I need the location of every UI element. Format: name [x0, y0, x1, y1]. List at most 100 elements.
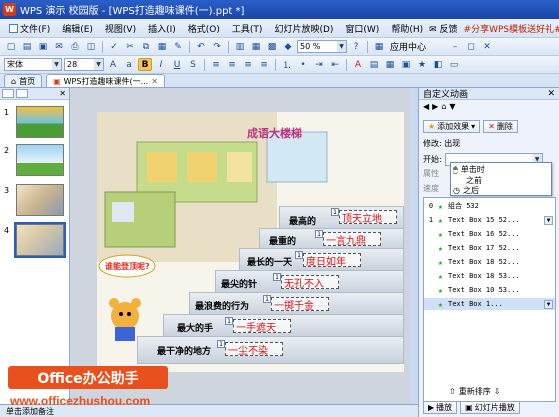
animation-item[interactable]: ★ Text Box 18 52...: [424, 256, 555, 268]
animation-item[interactable]: ★ Text Box 18 53...: [424, 270, 555, 282]
shrink-font-icon[interactable]: a: [122, 58, 136, 71]
font-family-select[interactable]: 宋体 ▼: [4, 58, 62, 71]
add-effect-button[interactable]: ★ 添加效果 ▾: [423, 120, 481, 133]
close-icon[interactable]: ✕: [547, 89, 555, 99]
underline-button[interactable]: U: [170, 58, 184, 71]
up-arrow-icon[interactable]: ⇧: [449, 387, 456, 396]
animation-item[interactable]: ★ Text Box 1... ▼: [424, 298, 555, 310]
email-icon[interactable]: ✉: [52, 40, 66, 53]
step-label: 最浪费的行为: [195, 302, 250, 312]
dropdown-arrow-icon[interactable]: ▼: [449, 102, 455, 111]
spellcheck-icon[interactable]: ✓: [107, 40, 121, 53]
bold-button[interactable]: B: [138, 58, 152, 71]
table-icon[interactable]: ▦: [249, 40, 263, 53]
app-center-label[interactable]: 应用中心: [388, 40, 428, 53]
numbering-icon[interactable]: ⒈: [280, 58, 294, 71]
chart-icon[interactable]: ▥: [233, 40, 247, 53]
open-icon[interactable]: ▤: [20, 40, 34, 53]
align-left-icon[interactable]: ≡: [209, 58, 223, 71]
restore-icon[interactable]: ◻: [464, 40, 478, 53]
forward-icon[interactable]: ▶: [432, 102, 438, 111]
menu-slideshow[interactable]: 幻灯片放映(D): [268, 22, 339, 35]
transition-icon[interactable]: ◧: [431, 58, 445, 71]
menu-view[interactable]: 视图(V): [99, 22, 142, 35]
app-center-icon[interactable]: ▦: [372, 40, 386, 53]
slide-thumbnail-4[interactable]: [14, 222, 66, 258]
menu-window[interactable]: 窗口(W): [339, 22, 385, 35]
slide[interactable]: 成语大楼梯 谁能登顶呢? 最高的 最重的 最长的一天 最尖的针 最浪费的行为 最…: [97, 112, 404, 372]
close-icon[interactable]: ✕: [151, 77, 158, 86]
new-slide-icon[interactable]: ▣: [399, 58, 413, 71]
slide-thumbnail-1[interactable]: [16, 106, 64, 138]
help-icon[interactable]: ?: [349, 40, 363, 53]
home-icon[interactable]: ⌂: [441, 102, 446, 111]
answer-text-box[interactable]: 1 度日如年: [295, 251, 361, 268]
minimize-icon[interactable]: –: [448, 40, 462, 53]
outdent-icon[interactable]: ⇤: [328, 58, 342, 71]
option-after-previous[interactable]: ◷ 之后: [453, 185, 479, 196]
answer-text-box[interactable]: 1 无孔不入: [273, 273, 339, 290]
layout-icon[interactable]: ▦: [383, 58, 397, 71]
design-icon[interactable]: ▤: [367, 58, 381, 71]
play-button[interactable]: ▶ 播放: [423, 401, 458, 414]
italic-button[interactable]: I: [154, 58, 168, 71]
menu-format[interactable]: 格式(O): [182, 22, 226, 35]
remove-effect-button[interactable]: ✕ 删除: [483, 120, 518, 133]
promo-link[interactable]: #分享WPS模板送好礼# 获...: [464, 22, 559, 35]
animation-item[interactable]: ★ Text Box 17 52...: [424, 242, 555, 254]
slide-thumbnail-3[interactable]: [16, 184, 64, 216]
cut-icon[interactable]: ✂: [123, 40, 137, 53]
redo-icon[interactable]: ↷: [210, 40, 224, 53]
align-center-icon[interactable]: ≡: [225, 58, 239, 71]
shadow-button[interactable]: S: [186, 58, 200, 71]
menu-file[interactable]: 文件(F): [3, 22, 56, 35]
tab-slides[interactable]: [2, 89, 14, 98]
animation-item[interactable]: ★ Text Box 10 53...: [424, 284, 555, 296]
menu-tools[interactable]: 工具(T): [226, 22, 269, 35]
answer-text-box[interactable]: 1 一掷千金: [263, 295, 329, 312]
align-right-icon[interactable]: ≡: [241, 58, 255, 71]
back-icon[interactable]: ◀: [423, 102, 429, 111]
answer-text-box[interactable]: 1 一尘不染: [217, 340, 283, 357]
copy-icon[interactable]: ⧉: [139, 40, 153, 53]
answer-text-box[interactable]: 1 顶天立地: [331, 208, 397, 225]
menu-help[interactable]: 帮助(H): [385, 22, 429, 35]
outline-icon[interactable]: ▭: [447, 58, 461, 71]
animation-icon[interactable]: ★: [415, 58, 429, 71]
menu-edit[interactable]: 编辑(E): [56, 22, 99, 35]
font-color-icon[interactable]: A: [351, 58, 365, 71]
close-icon[interactable]: ✕: [480, 40, 494, 53]
print-icon[interactable]: ⎙: [68, 40, 82, 53]
tab-home[interactable]: ⌂ 首页: [4, 74, 43, 87]
justify-icon[interactable]: ≡: [257, 58, 271, 71]
new-icon[interactable]: ▢: [4, 40, 18, 53]
answer-text-box[interactable]: 1 一手遮天: [225, 317, 291, 334]
font-size-select[interactable]: 28 ▼: [64, 58, 104, 71]
indent-icon[interactable]: ⇥: [312, 58, 326, 71]
grid-icon[interactable]: ▩: [265, 40, 279, 53]
zoom-select[interactable]: 50 % ▼: [297, 40, 347, 53]
slide-thumbnail-2[interactable]: [16, 144, 64, 176]
tab-outline[interactable]: [16, 89, 28, 98]
down-arrow-icon[interactable]: ⇩: [494, 387, 501, 396]
animation-item[interactable]: ★ Text Box 16 52...: [424, 228, 555, 240]
slideshow-button[interactable]: ▣ 幻灯片播放: [460, 401, 520, 414]
animation-item[interactable]: 1 ★ Text Box 15 52... ▼: [424, 214, 555, 226]
paste-icon[interactable]: ▦: [155, 40, 169, 53]
feedback-link[interactable]: ✉ 反馈: [429, 22, 463, 35]
save-icon[interactable]: ▣: [36, 40, 50, 53]
grow-font-icon[interactable]: A: [106, 58, 120, 71]
close-icon[interactable]: ✕: [59, 89, 66, 98]
preview-icon[interactable]: ◫: [84, 40, 98, 53]
option-on-click[interactable]: 🖱 单击时: [453, 164, 485, 175]
format-painter-icon[interactable]: ✎: [171, 40, 185, 53]
chevron-down-icon[interactable]: ▼: [544, 299, 553, 309]
bullets-icon[interactable]: •: [296, 58, 310, 71]
tab-document[interactable]: ▣ WPS打造趣味课件(一... ✕: [46, 74, 165, 87]
answer-text-box[interactable]: 1 一言九鼎: [315, 230, 381, 247]
menu-insert[interactable]: 插入(I): [142, 22, 182, 35]
undo-icon[interactable]: ↶: [194, 40, 208, 53]
chevron-down-icon[interactable]: ▼: [544, 215, 553, 225]
shape-icon[interactable]: ◆: [281, 40, 295, 53]
animation-item[interactable]: 0 ★ 组合 532: [424, 200, 555, 212]
